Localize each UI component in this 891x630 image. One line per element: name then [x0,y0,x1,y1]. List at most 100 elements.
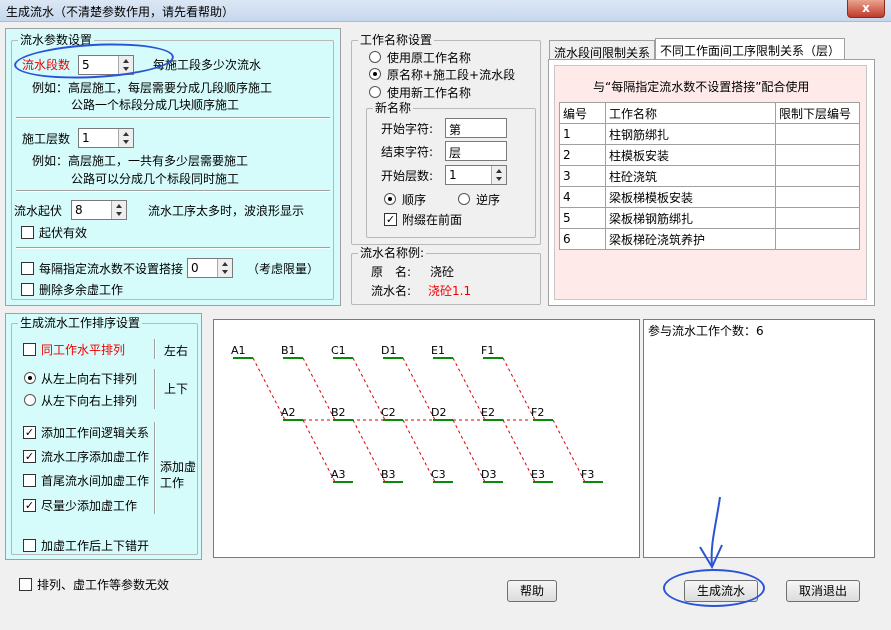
spin-arrows-icon[interactable] [217,259,232,277]
wave-checkbox[interactable] [21,226,34,239]
flow-dummy-checkbox[interactable]: ✓ [23,450,36,463]
spin-arrows-icon[interactable] [111,201,126,219]
start-floor-value: 1 [449,168,457,182]
ud-label: 上下 [164,382,189,396]
table-row[interactable]: 6 梁板梯砼浇筑养护 [559,228,860,250]
count-box: 参与流水工作个数：6 [643,319,875,558]
example-group-title: 流水名称例: [358,246,427,260]
min-dummy-checkbox[interactable]: ✓ [23,499,36,512]
order-forward-radio[interactable] [384,193,396,205]
interval-hint: （考虑限量） [247,262,320,276]
name-opt3-radio[interactable] [369,86,381,98]
name-opt1-radio[interactable] [369,51,381,63]
close-button[interactable]: x [847,0,885,18]
table-row[interactable]: 1 柱钢筋绑扎 [559,123,860,145]
order-group-title: 生成流水工作排序设置 [18,316,143,330]
invalid-params-label: 排列、虚工作等参数无效 [37,578,170,592]
flow-name-label: 流水名: [371,284,412,298]
table-row[interactable]: 5 梁板梯钢筋绑扎 [559,207,860,229]
name-opt3-label: 使用新工作名称 [387,86,472,100]
cell-id[interactable]: 6 [559,228,606,250]
floor-example-1: 例如：高层施工，一共有多少层需要施工 [32,154,249,168]
spin-arrows-icon[interactable] [491,166,506,184]
wave-hint: 流水工序太多时，波浪形显示 [148,204,305,218]
headtail-dummy-checkbox[interactable] [23,474,36,487]
cell-name[interactable]: 梁板梯钢筋绑扎 [605,207,776,229]
name-opt2-label: 原名称+施工段+流水段 [387,68,516,82]
lr-label: 左右 [164,344,189,358]
min-dummy-label: 尽量少添加虚工作 [41,499,138,513]
start-floor-label: 开始层数: [381,169,434,183]
cell-name[interactable]: 梁板梯模板安装 [605,186,776,208]
table-row[interactable]: 3 柱砼浇筑 [559,165,860,187]
start-char-input[interactable]: 第 [445,118,507,138]
cell-limit[interactable] [775,186,860,208]
prefix-checkbox[interactable]: ✓ [384,213,397,226]
table-row[interactable]: 2 柱模板安装 [559,144,860,166]
annotation-arrow [699,496,723,570]
floor-example-2: 公路可以分成几个标段同时施工 [71,172,240,186]
cell-name[interactable]: 柱砼浇筑 [605,165,776,187]
work-label: E1 [431,344,445,357]
end-char-input[interactable]: 层 [445,141,507,161]
cancel-button[interactable]: 取消退出 [786,580,860,602]
table-row[interactable]: 4 梁板梯模板安装 [559,186,860,208]
tab-layer-limits[interactable]: 不同工作面间工序限制关系（层） [655,38,846,60]
interval-spinner[interactable]: 0 [187,258,233,278]
spin-arrows-icon[interactable] [118,129,133,147]
work-label: D3 [481,468,496,481]
logic-label: 添加工作间逻辑关系 [41,426,150,440]
table-header-row: 编号 工作名称 限制下层编号 [559,102,860,124]
work-label: C2 [381,406,396,419]
cell-limit[interactable] [775,123,860,145]
cell-limit[interactable] [775,144,860,166]
wave-cb-label: 起伏有效 [39,226,88,240]
work-label: E3 [531,468,545,481]
cell-limit[interactable] [775,228,860,250]
order-reverse-radio[interactable] [458,193,470,205]
same-horizontal-checkbox[interactable] [23,343,36,356]
col-id-header: 编号 [559,102,606,124]
bottomleft-radio[interactable] [24,394,36,406]
cell-id[interactable]: 4 [559,186,606,208]
cell-id[interactable]: 5 [559,207,606,229]
work-label: B2 [331,406,346,419]
wave-spinner[interactable]: 8 [71,200,127,220]
cell-id[interactable]: 3 [559,165,606,187]
cell-limit[interactable] [775,165,860,187]
cell-id[interactable]: 2 [559,144,606,166]
logic-checkbox[interactable]: ✓ [23,426,36,439]
bottomleft-label: 从左下向右上排列 [41,394,138,408]
topleft-label: 从左上向右下排列 [41,372,138,386]
prefix-cb-label: 附缀在前面 [402,213,463,227]
wave-value: 8 [75,203,83,217]
topleft-radio[interactable] [24,372,36,384]
divider [16,117,330,119]
cell-limit[interactable] [775,207,860,229]
headtail-dummy-label: 首尾流水间加虚工作 [41,474,150,488]
network-diagram: A1 B1 C1 D1 E1 F1 A2 B2 C2 D2 E2 F2 A3 B3 C3 D3 E3 F3 [213,319,640,558]
start-floor-spinner[interactable]: 1 [445,165,507,185]
divider [154,339,156,359]
stagger-checkbox[interactable] [23,539,36,552]
divider [154,422,156,514]
cell-id[interactable]: 1 [559,123,606,145]
seg-example-1: 例如：高层施工，每层需要分成几段顺序施工 [32,81,273,95]
dummy-group-label: 添加虚工作 [160,460,197,490]
floor-spinner[interactable]: 1 [78,128,134,148]
flow-dummy-label: 流水工序添加虚工作 [41,450,150,464]
invalid-params-checkbox[interactable] [19,578,32,591]
name-opt2-radio[interactable] [369,68,381,80]
name-opt1-label: 使用原工作名称 [387,51,472,65]
interval-cb-label: 每隔指定流水数不设置搭接 [39,262,184,276]
delete-checkbox[interactable] [21,283,34,296]
interval-checkbox[interactable] [21,262,34,275]
tab-segment-limits[interactable]: 流水段间限制关系 [549,40,656,60]
cell-name[interactable]: 柱钢筋绑扎 [605,123,776,145]
divider [16,190,330,192]
help-button[interactable]: 帮助 [507,580,557,602]
delete-cb-label: 删除多余虚工作 [39,283,124,297]
cell-name[interactable]: 柱模板安装 [605,144,776,166]
cell-name[interactable]: 梁板梯砼浇筑养护 [605,228,776,250]
floor-label: 施工层数 [22,132,71,146]
